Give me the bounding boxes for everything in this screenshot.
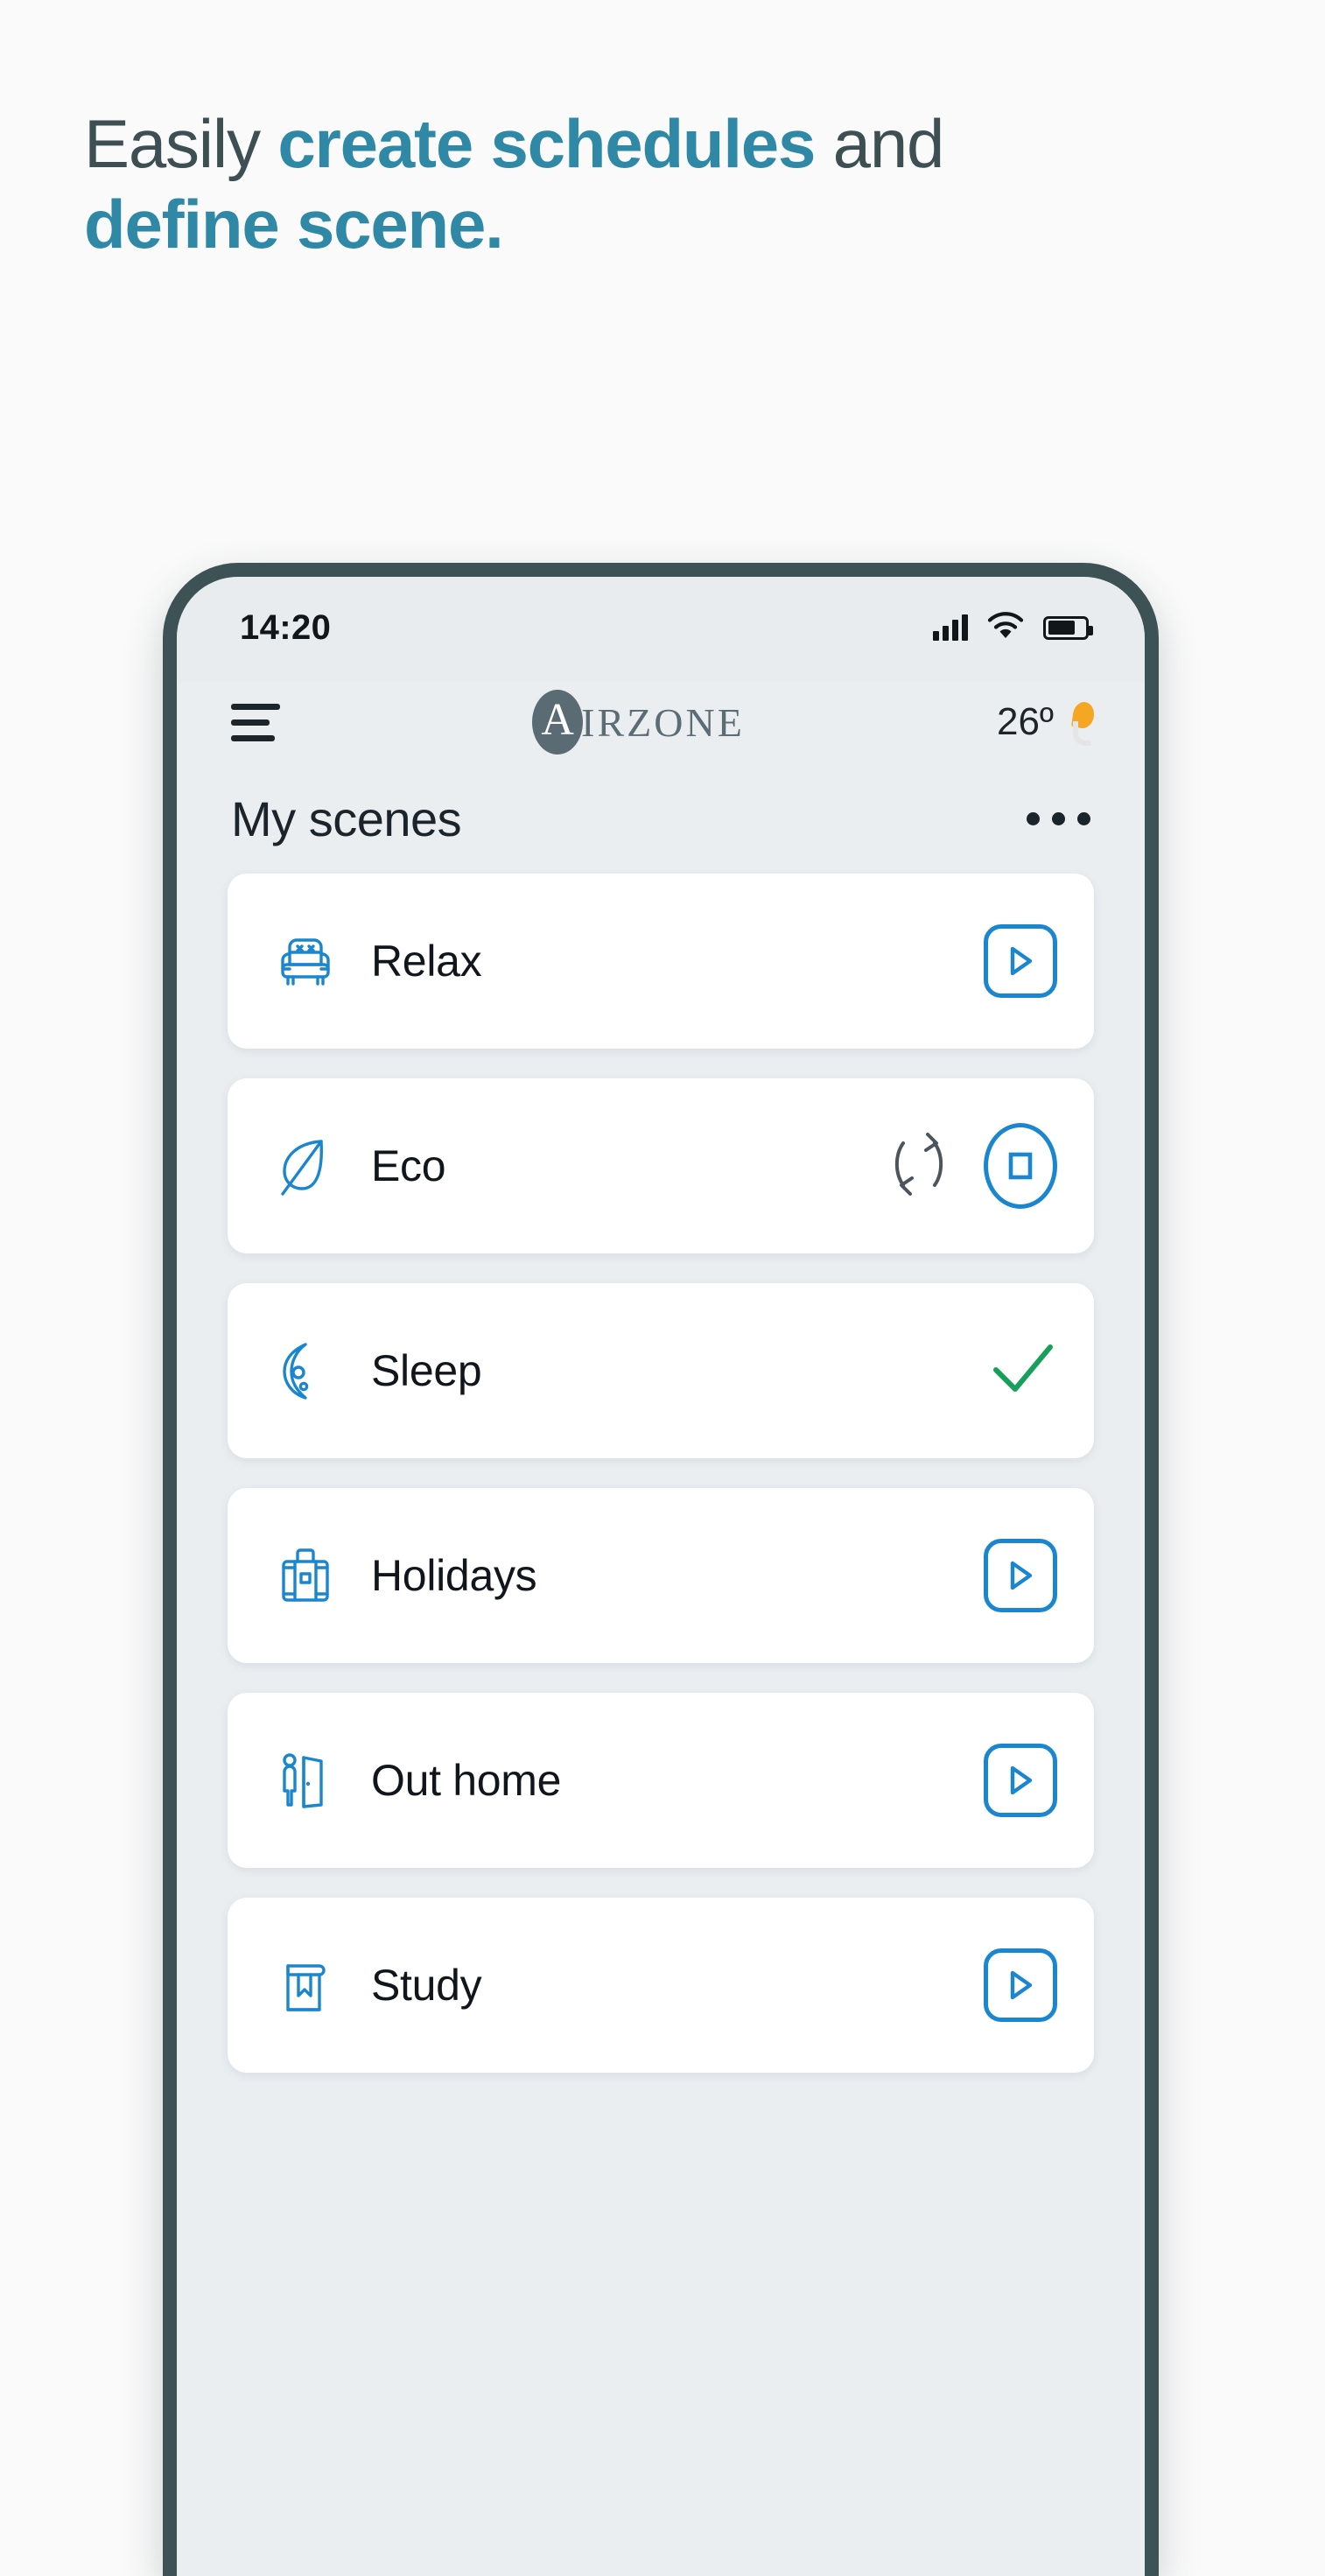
hamburger-menu-icon[interactable] (231, 703, 280, 741)
play-button[interactable] (984, 1744, 1057, 1817)
outdoor-temperature: 26º (996, 700, 1054, 743)
moon-icon (268, 1333, 343, 1408)
brand-wordmark: IRZONE (581, 699, 745, 745)
more-options-icon[interactable] (1027, 812, 1090, 825)
scene-card-eco[interactable]: Eco (228, 1078, 1094, 1253)
suitcase-icon (268, 1538, 343, 1613)
battery-icon (1043, 615, 1093, 640)
refresh-cycle-icon[interactable] (882, 1124, 956, 1209)
headline-text-plain-b: and (815, 105, 945, 182)
scene-label: Study (371, 1961, 482, 2010)
scene-label: Sleep (371, 1346, 482, 1395)
status-icons (933, 612, 1093, 643)
headline-text-strong-1: create schedules (277, 105, 816, 182)
status-time: 14:20 (240, 607, 332, 647)
headline-text-strong-2: define scene. (84, 186, 504, 263)
armchair-icon (268, 923, 343, 999)
signal-icon (933, 614, 968, 641)
scene-actions (984, 924, 1057, 998)
scene-card-study[interactable]: Study (228, 1898, 1094, 2073)
scene-actions (984, 1539, 1057, 1612)
section-header: My scenes (177, 766, 1145, 854)
play-button[interactable] (984, 1948, 1057, 2022)
leaf-icon (268, 1128, 343, 1204)
brand-initial-badge: A (532, 690, 584, 755)
phone-mockup: 14:20 A IRZONE 26º My scenes Relax Eco S… (163, 563, 1159, 2576)
page-headline: Easily create schedules and define scene… (84, 103, 1222, 264)
scene-actions (984, 1948, 1057, 2022)
scene-label: Eco (371, 1141, 446, 1190)
status-bar: 14:20 (177, 577, 1145, 678)
play-button[interactable] (984, 1539, 1057, 1612)
person-door-icon (268, 1743, 343, 1818)
airzone-logo: A IRZONE (532, 690, 745, 755)
scene-actions (984, 1744, 1057, 1817)
scene-card-holidays[interactable]: Holidays (228, 1488, 1094, 1663)
check-icon[interactable] (989, 1340, 1057, 1402)
play-button[interactable] (984, 924, 1057, 998)
stop-button[interactable] (984, 1123, 1057, 1209)
scene-actions (989, 1340, 1057, 1402)
scene-card-relax[interactable]: Relax (228, 874, 1094, 1049)
scene-card-out-home[interactable]: Out home (228, 1693, 1094, 1868)
phone-screen: 14:20 A IRZONE 26º My scenes Relax Eco S… (177, 577, 1145, 2576)
scene-card-sleep[interactable]: Sleep (228, 1283, 1094, 1458)
app-header: A IRZONE 26º (177, 678, 1145, 766)
book-icon (268, 1948, 343, 2023)
page-title: My scenes (231, 791, 462, 846)
headline-text-plain-a: Easily (84, 105, 278, 182)
scene-label: Out home (371, 1756, 562, 1805)
scene-label: Holidays (371, 1551, 537, 1600)
wifi-icon (987, 612, 1024, 643)
scene-actions (882, 1123, 1057, 1209)
scene-list: Relax Eco Sleep Holidays Out home Study (177, 854, 1145, 2073)
sun-behind-cloud-icon (1068, 700, 1097, 746)
weather-indicator[interactable]: 26º (996, 700, 1097, 746)
scene-label: Relax (371, 937, 482, 986)
